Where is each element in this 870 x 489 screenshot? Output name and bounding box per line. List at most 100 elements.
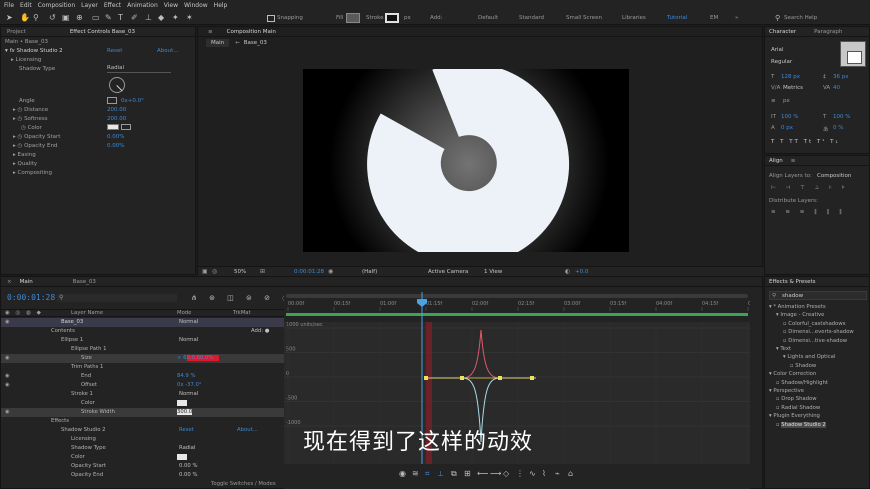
effects-tree-item[interactable]: ▫ Radial Shadow <box>776 405 820 411</box>
always-preview-icon[interactable]: ▣ <box>202 268 208 275</box>
effects-tree-item[interactable]: ▾ Color Correction <box>769 371 816 377</box>
vertical-scale-value[interactable]: 100 % <box>781 114 798 120</box>
timeline-search-input[interactable]: ⚲ <box>57 294 177 302</box>
views-select[interactable]: 1 View <box>484 269 502 275</box>
menu-item-animation[interactable]: Animation <box>127 2 158 9</box>
timeline-row[interactable]: Opacity Start 0.00 % <box>1 462 284 471</box>
visibility-eye-icon[interactable]: ◉ <box>5 319 10 325</box>
timeline-row-mode[interactable]: Normal <box>179 337 198 343</box>
graph-editor[interactable]: 00:00f 00:15f 01:00f 01:15f 02:00f 02:15f 03:0… <box>284 292 750 489</box>
timeline-row-value[interactable]: 0x -37.0° <box>177 382 202 388</box>
keyframe-nav-icon[interactable]: ◉ <box>5 373 10 379</box>
pen-tool-icon[interactable]: ✎ <box>105 14 113 22</box>
ec-easing[interactable]: ▸ Easing <box>13 152 36 160</box>
timeline-row[interactable]: Color <box>1 399 284 408</box>
font-family-select[interactable]: Arial <box>771 47 783 53</box>
effects-tree-item[interactable]: ▫ Colorful_castshadows <box>783 321 846 327</box>
exposure-value[interactable]: +0.0 <box>575 269 588 275</box>
eraser-tool-icon[interactable]: ◆ <box>158 14 166 22</box>
tab-timeline-main[interactable]: Main <box>20 279 33 285</box>
menu-item-composition[interactable]: Composition <box>38 2 75 9</box>
workspace-tutorial[interactable]: Tutorial <box>667 15 687 21</box>
snapping-checkbox[interactable] <box>267 15 275 22</box>
selection-tool-icon[interactable]: ➤ <box>6 14 14 22</box>
timeline-row[interactable]: Shadow Studio 2 Reset About... <box>1 426 284 435</box>
timeline-row[interactable]: Trim Paths 1 <box>1 363 284 372</box>
timeline-row[interactable]: ◉ Offset 0x -37.0° <box>1 381 284 390</box>
toggle-switches-modes[interactable]: Toggle Switches / Modes <box>211 481 276 487</box>
tsume-value[interactable]: 0 % <box>833 125 843 131</box>
effect-about-button[interactable]: About... <box>157 48 179 56</box>
puppet-tool-icon[interactable]: ✶ <box>186 14 194 22</box>
ec-angle-target-icon[interactable] <box>107 97 117 104</box>
timeline-row[interactable]: Stroke 1 Normal <box>1 390 284 399</box>
workspace-standard[interactable]: Standard <box>519 15 544 21</box>
timeline-row-value[interactable]: About... <box>237 427 258 433</box>
timeline-row[interactable]: Shadow Type Radial <box>1 444 284 453</box>
timeline-row[interactable]: Ellipse Path 1 <box>1 345 284 354</box>
ec-shadow-type-select[interactable]: Radial <box>107 65 171 73</box>
menu-item-edit[interactable]: Edit <box>20 2 32 9</box>
effects-tree-item[interactable]: ▾ Lights and Optical <box>783 354 835 360</box>
timeline-switch-icons[interactable]: ⋔ ⊛ ◫ ⊜ ⊘ ◌ <box>191 294 293 302</box>
faux-style-buttons[interactable]: T T TT Tt T¹ T₁ <box>771 139 840 145</box>
effects-tree-item[interactable]: ▾ Perspective <box>769 388 804 394</box>
timeline-row-mode[interactable]: Normal <box>179 391 198 397</box>
timeline-row[interactable]: Color <box>1 453 284 462</box>
clone-stamp-tool-icon[interactable]: ⊥ <box>145 14 153 22</box>
eyedropper-icon[interactable] <box>121 124 131 130</box>
menu-item-window[interactable]: Window <box>184 2 208 9</box>
effects-tree-item[interactable]: ▫ Dimensi...tive-shadow <box>783 338 847 344</box>
align-to-select[interactable]: Composition <box>817 173 851 179</box>
timeline-row-mode[interactable]: Radial <box>179 445 195 451</box>
ec-color-swatch[interactable] <box>107 124 119 130</box>
roto-brush-tool-icon[interactable]: ✦ <box>172 14 180 22</box>
graph-tool-icon[interactable]: ⌇ <box>542 469 546 478</box>
effects-tree-item[interactable]: ▾ Image - Creative <box>776 312 824 318</box>
menu-item-view[interactable]: View <box>164 2 178 9</box>
graph-tool-icon[interactable]: ◉ <box>399 469 406 478</box>
effects-tree-item[interactable]: ▫ Shadow/Highlight <box>776 380 828 386</box>
effects-search-input[interactable]: ⚲ shadow <box>769 291 867 300</box>
graph-tool-icon[interactable]: ∿ <box>529 469 536 478</box>
ec-softness-value[interactable]: 200.00 <box>107 116 126 124</box>
align-title[interactable]: Align <box>769 158 783 164</box>
ec-opacity-end-value[interactable]: 0.00% <box>107 143 124 151</box>
breadcrumb-main[interactable]: Main <box>206 39 230 47</box>
align-menu-icon[interactable]: ≡ <box>791 158 796 164</box>
effects-tree-item[interactable]: ▾ Plugin Everything <box>769 413 820 419</box>
timeline-row[interactable]: ◉ End 84.9 % <box>1 372 284 381</box>
ec-quality[interactable]: ▸ Quality <box>13 161 37 169</box>
keyframe-nav-icon[interactable]: ◉ <box>5 382 10 388</box>
timeline-row[interactable]: Licensing <box>1 435 284 444</box>
ec-licensing[interactable]: ▸ Licensing <box>11 57 41 65</box>
workspace-em[interactable]: EM <box>710 15 718 21</box>
timeline-row-mode[interactable]: Normal <box>179 319 198 325</box>
type-tool-icon[interactable]: T <box>118 14 126 22</box>
timeline-row-mode[interactable]: 0.00 % <box>179 472 198 478</box>
effects-tree-item[interactable]: ▫ Shadow Studio 2 <box>776 421 826 428</box>
rotate-tool-icon[interactable]: ↺ <box>49 14 57 22</box>
graph-tool-icon[interactable]: ⌁ <box>555 469 560 478</box>
ec-direction-dial[interactable] <box>109 77 125 93</box>
timeline-row[interactable]: ◉ Size ∞ 60.0,60.0% <box>1 354 284 363</box>
shape-tool-icon[interactable]: ▭ <box>92 14 100 22</box>
tab-paragraph[interactable]: Paragraph <box>814 29 842 35</box>
pan-behind-tool-icon[interactable]: ⊕ <box>76 14 84 22</box>
font-style-select[interactable]: Regular <box>771 59 792 65</box>
distribute-buttons[interactable]: ≡ ≡ ≡ ‖ ‖ ‖ <box>771 209 846 215</box>
baseline-shift-value[interactable]: 0 px <box>781 125 793 131</box>
color-swatch[interactable] <box>177 454 187 460</box>
timeline-row-mode[interactable]: Reset <box>179 427 194 433</box>
exposure-icon[interactable]: ◐ <box>565 268 570 275</box>
timeline-row-mode[interactable]: 0.00 % <box>179 463 198 469</box>
camera-tool-icon[interactable]: ▣ <box>62 14 70 22</box>
timeline-row[interactable]: ◉ Base_03 Normal <box>1 318 284 327</box>
breadcrumb-base[interactable]: Base_03 <box>244 40 267 46</box>
tab-project[interactable]: Project <box>7 29 26 35</box>
workspace-libraries[interactable]: Libraries <box>622 15 646 21</box>
search-help-label[interactable]: Search Help <box>784 15 817 21</box>
composition-viewer[interactable] <box>303 69 629 252</box>
tab-effect-controls[interactable]: Effect Controls Base_03 <box>70 29 135 35</box>
effects-tree-item[interactable]: ▫ Drop Shadow <box>776 396 817 402</box>
